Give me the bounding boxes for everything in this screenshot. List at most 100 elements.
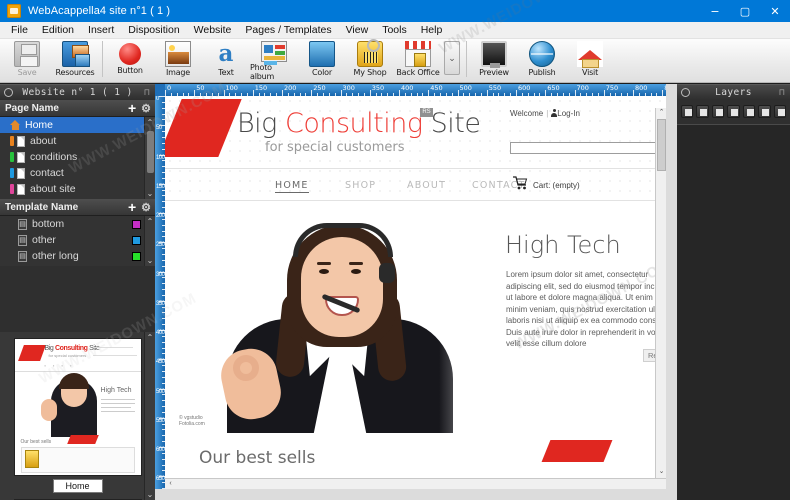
template-list-scrollbar[interactable]: ⌃ ⌄ (144, 216, 155, 266)
site-nav-shop[interactable]: SHOP (345, 180, 376, 191)
site-nav-about[interactable]: ABOUT (407, 180, 446, 191)
page-scroll-up-icon[interactable]: ⌃ (147, 118, 154, 127)
template-color-swatch[interactable] (132, 251, 141, 261)
close-button[interactable]: ✕ (760, 0, 790, 22)
page-color-chip (10, 136, 14, 146)
resources-icon (62, 41, 90, 67)
page-list-item-home[interactable]: Home (0, 117, 155, 133)
menu-item-edition[interactable]: Edition (35, 22, 81, 38)
thumbnails-scroll-down-icon[interactable]: ⌄ (147, 490, 154, 499)
menu-item-view[interactable]: View (339, 22, 376, 38)
canvas-scroll-thumb[interactable] (657, 119, 666, 171)
cart-label[interactable]: Cart: (empty) (533, 181, 580, 190)
rss-badge[interactable]: RS (420, 108, 433, 117)
template-settings-button[interactable]: ⚙ (141, 201, 155, 214)
publish-button[interactable]: Publish (518, 39, 566, 81)
layers-list[interactable] (677, 124, 790, 500)
toolbar-overflow-button[interactable]: ⌄ (444, 41, 460, 75)
menu-item-file[interactable]: File (4, 22, 35, 38)
thumbnail-red-shape (17, 345, 46, 361)
template-color-swatch[interactable] (132, 219, 141, 229)
color-button[interactable]: Color (298, 39, 346, 81)
maximize-button[interactable]: ▢ (730, 0, 760, 22)
page-list[interactable]: Home about conditions contact about site ⌃ ⌄ (0, 117, 155, 199)
image-button[interactable]: Image (154, 39, 202, 81)
canvas-scroll-down-icon[interactable]: ⌄ (656, 467, 666, 478)
template-list[interactable]: ▤ bottom ▤ other ▤ other long ⌃ ⌄ (0, 216, 155, 266)
add-template-button[interactable]: + (128, 200, 141, 214)
page-list-item-about[interactable]: about (0, 133, 155, 149)
page-scroll-thumb[interactable] (147, 131, 154, 173)
site-nav-home[interactable]: HOME (275, 180, 309, 193)
lock-layer-icon[interactable] (711, 105, 725, 118)
login-link[interactable]: Log-In (557, 109, 580, 118)
photo-album-button[interactable]: Photo album (250, 39, 298, 81)
user-icon (551, 109, 558, 117)
cart-icon[interactable] (512, 176, 528, 190)
template-list-item-other-long[interactable]: ▤ other long (0, 248, 155, 264)
canvas-area[interactable]: 0 50 100 150 200 250 300 350 400 450 500 550 600 650 7… (155, 84, 677, 500)
dock-collapse-icon[interactable]: ⊓ (144, 88, 150, 98)
search-input[interactable] (510, 142, 666, 154)
button-button[interactable]: Button (106, 39, 154, 81)
page-scroll-down-icon[interactable]: ⌄ (147, 189, 154, 198)
link-layer-icon[interactable] (742, 105, 756, 118)
template-list-item-bottom[interactable]: ▤ bottom (0, 216, 155, 232)
menu-item-pages-templates[interactable]: Pages / Templates (238, 22, 338, 38)
menu-item-help[interactable]: Help (414, 22, 450, 38)
template-scroll-down-icon[interactable]: ⌄ (147, 256, 154, 265)
layers-collapse-icon[interactable]: ⊓ (779, 88, 785, 98)
ruler-tick-label: 400 (401, 84, 414, 92)
delete-layer-icon[interactable] (773, 105, 786, 118)
move-layer-icon[interactable] (696, 105, 709, 118)
menu-item-insert[interactable]: Insert (81, 22, 121, 38)
save-button[interactable]: Save (3, 39, 51, 81)
best-sells-title: Our best sells (199, 448, 316, 468)
vertical-ruler: 0501001502002503003504004505005506006507… (155, 96, 165, 489)
minimize-button[interactable]: − (700, 0, 730, 22)
menu-item-disposition[interactable]: Disposition (121, 22, 186, 38)
page-list-item-contact[interactable]: contact (0, 165, 155, 181)
resources-button[interactable]: Resources (51, 39, 99, 81)
right-panel: Layers ⊓ (677, 84, 790, 500)
page-thumbnails[interactable]: Big Consulting Site for special customer… (0, 332, 155, 500)
layers-close-icon[interactable] (681, 88, 690, 97)
template-scroll-up-icon[interactable]: ⌃ (147, 217, 154, 226)
align-layer-icon[interactable] (758, 105, 771, 118)
select-layer-icon[interactable] (727, 105, 740, 118)
page-list-scrollbar[interactable]: ⌃ ⌄ (144, 117, 155, 199)
toolbar-button-label: Photo album (250, 63, 275, 81)
menu-item-website[interactable]: Website (187, 22, 239, 38)
canvas-vertical-scrollbar[interactable]: ⌃ ⌄ (655, 108, 666, 478)
page-name-header: Page Name + ⚙ (0, 100, 155, 117)
ruler-tick-label: 250 (313, 84, 326, 92)
back-office-button[interactable]: Back Office (394, 39, 442, 81)
canvas-scroll-left-icon[interactable]: ‹ (165, 479, 176, 489)
text-button[interactable]: a Text (202, 39, 250, 81)
toolbar-button-label: Preview (479, 68, 509, 77)
thumbnails-scroll-up-icon[interactable]: ⌃ (147, 333, 154, 342)
menu-item-tools[interactable]: Tools (375, 22, 414, 38)
save-icon (14, 41, 40, 67)
canvas-scroll-up-icon[interactable]: ⌃ (656, 108, 666, 119)
page-canvas[interactable]: Big Consulting Site for special customer… (165, 96, 666, 489)
canvas-horizontal-scrollbar[interactable]: ‹ (165, 478, 666, 489)
thumbnails-scrollbar[interactable]: ⌃ ⌄ (144, 332, 155, 500)
my-shop-button[interactable]: My Shop (346, 39, 394, 81)
page-list-item-label: Home (25, 119, 54, 131)
page-thumbnail[interactable]: Big Consulting Site for special customer… (13, 338, 142, 476)
page-settings-button[interactable]: ⚙ (141, 102, 155, 115)
layers-dock-title: Layers (715, 87, 752, 98)
page-list-item-conditions[interactable]: conditions (0, 149, 155, 165)
thumbnail-preview: Big Consulting Site for special customer… (14, 339, 141, 475)
visit-button[interactable]: Visit (566, 39, 614, 81)
page-list-item-about-site[interactable]: about site (0, 181, 155, 197)
add-page-button[interactable]: + (128, 101, 141, 115)
preview-button[interactable]: Preview (470, 39, 518, 81)
site-logo[interactable]: Big Consulting Site (237, 108, 481, 139)
new-layer-icon[interactable] (681, 105, 694, 118)
dock-close-icon[interactable] (4, 88, 13, 97)
template-list-item-other[interactable]: ▤ other (0, 232, 155, 248)
ruler-tick-label: 700 (576, 84, 589, 92)
template-color-swatch[interactable] (132, 235, 141, 245)
